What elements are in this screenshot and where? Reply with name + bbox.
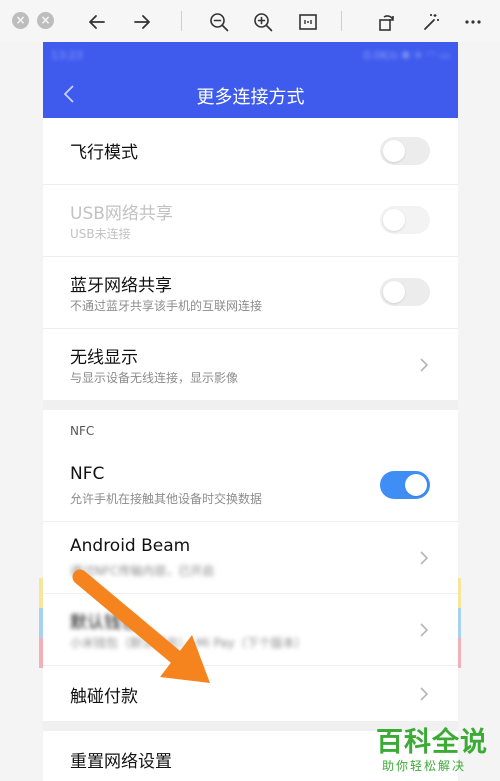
android-beam-label: Android Beam (70, 536, 191, 556)
bluetooth-tethering-row[interactable]: 蓝牙网络共享 不通过蓝牙共享该手机的互联网连接 (43, 257, 458, 329)
watermark-main-text: 百科全说 (376, 727, 488, 758)
nfc-row[interactable]: NFC 允许手机在接触其他设备时交换数据 (43, 450, 458, 522)
airplane-mode-label: 飞行模式 (70, 143, 138, 163)
nfc-sub: 允许手机在接触其他设备时交换数据 (70, 492, 263, 506)
rotate-icon[interactable] (373, 9, 399, 35)
toolbar-divider (341, 11, 342, 31)
reset-network-label: 重置网络设置 (70, 752, 172, 772)
status-indicators: 0.0K/s ✱ ✈ ◠ ▭ (363, 49, 450, 62)
usb-tethering-label: USB网络共享 (70, 204, 173, 224)
toggle-knob (383, 281, 405, 303)
zoom-out-icon[interactable] (206, 9, 232, 35)
usb-tethering-sub: USB未连接 (70, 227, 131, 241)
nfc-label: NFC (70, 464, 105, 484)
fit-icon[interactable] (295, 9, 321, 35)
minimize-icon[interactable]: × (37, 12, 54, 29)
magic-wand-icon[interactable] (418, 9, 444, 35)
nfc-section-label: NFC (70, 424, 95, 438)
toggle-knob (405, 474, 427, 496)
app-header: 更多连接方式 (43, 70, 458, 118)
usb-tethering-toggle (380, 206, 430, 234)
usb-tethering-row: USB网络共享 USB未连接 (43, 185, 458, 257)
airplane-mode-toggle[interactable] (380, 137, 430, 165)
bluetooth-tethering-sub: 不通过蓝牙共享该手机的互联网连接 (70, 299, 263, 313)
watermark-sub-text: 助你轻松解决 (382, 759, 467, 773)
toggle-knob (383, 140, 405, 162)
airplane-mode-row[interactable]: 飞行模式 (43, 118, 458, 185)
page-title: 更多连接方式 (196, 87, 305, 108)
annotation-arrow-icon (72, 569, 210, 683)
section-gap (43, 400, 458, 410)
back-arrow-icon[interactable] (84, 9, 110, 35)
chevron-right-icon (420, 358, 429, 372)
zoom-in-icon[interactable] (250, 9, 276, 35)
watermark-logo: 百科全说 助你轻松解决 (370, 718, 495, 778)
nfc-toggle[interactable] (380, 471, 430, 499)
status-bar: 13:23 0.0K/s ✱ ✈ ◠ ▭ (43, 42, 458, 70)
bluetooth-tethering-label: 蓝牙网络共享 (70, 276, 172, 296)
bluetooth-tethering-toggle[interactable] (380, 278, 430, 306)
forward-arrow-icon[interactable] (129, 9, 155, 35)
status-time: 13:23 (51, 49, 83, 62)
wireless-display-row[interactable]: 无线显示 与显示设备无线连接，显示影像 (43, 329, 458, 400)
wireless-display-label: 无线显示 (70, 348, 138, 368)
toggle-knob (383, 209, 405, 231)
viewer-toolbar: × × (0, 0, 500, 42)
more-icon[interactable] (460, 9, 486, 35)
chevron-right-icon (420, 551, 429, 565)
wireless-display-sub: 与显示设备无线连接，显示影像 (70, 371, 239, 385)
chevron-right-icon (420, 623, 429, 637)
close-icon[interactable]: × (12, 12, 29, 29)
toolbar-divider (181, 11, 182, 31)
chevron-right-icon (420, 687, 429, 701)
nfc-section-header: NFC (43, 410, 458, 450)
